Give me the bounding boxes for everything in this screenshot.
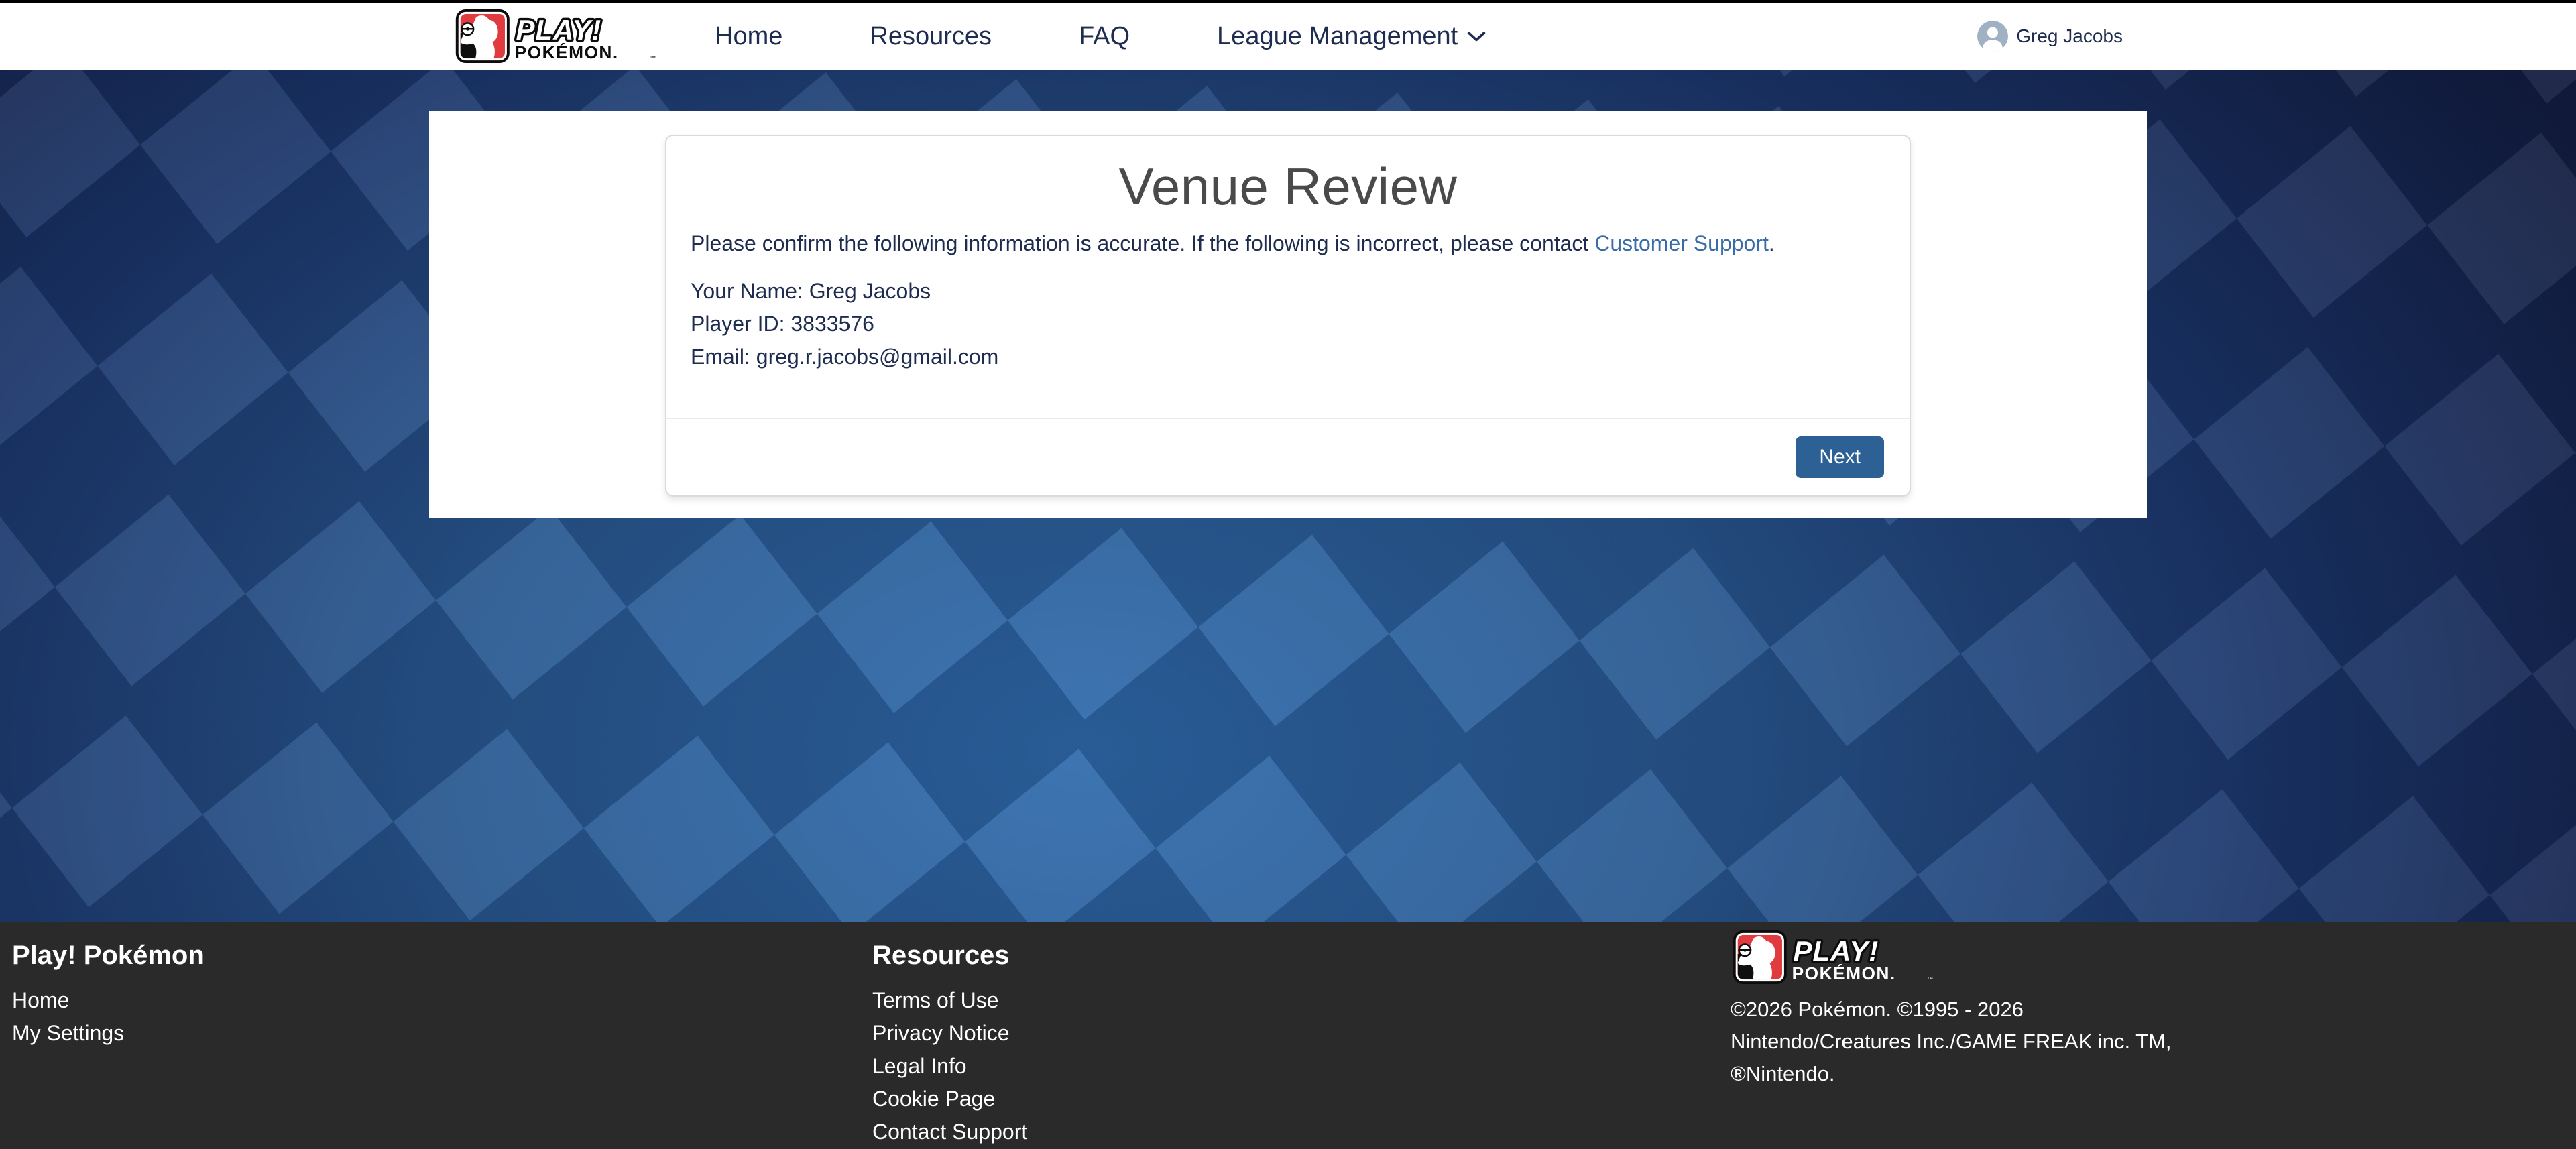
card-footer: Next: [666, 418, 1910, 495]
main-nav: Home Resources FAQ League Management: [715, 22, 1486, 51]
intro-text-period: .: [1769, 231, 1775, 255]
customer-support-link[interactable]: Customer Support: [1594, 231, 1769, 255]
nav-home[interactable]: Home: [715, 22, 782, 51]
confirmation-instructions: Please confirm the following information…: [691, 228, 1885, 259]
user-name: Greg Jacobs: [2016, 25, 2123, 47]
footer-link-my-settings[interactable]: My Settings: [12, 1017, 872, 1050]
footer-heading-play-pokemon: Play! Pokémon: [12, 940, 872, 971]
venue-review-card-body: Venue Review Please confirm the followin…: [666, 136, 1910, 418]
svg-text:POKÉMON.: POKÉMON.: [515, 42, 619, 62]
nav-league-management-label: League Management: [1217, 22, 1458, 51]
footer-link-privacy-notice[interactable]: Privacy Notice: [872, 1017, 1731, 1050]
footer-heading-resources: Resources: [872, 940, 1731, 971]
play-pokemon-logo-icon: PLAY! POKÉMON. ™: [453, 9, 662, 63]
nav-resources[interactable]: Resources: [870, 22, 992, 51]
user-avatar-icon: [1977, 21, 2008, 52]
svg-text:™: ™: [650, 55, 656, 62]
content-panel: Venue Review Please confirm the followin…: [429, 111, 2147, 518]
page-title: Venue Review: [691, 156, 1885, 217]
top-navigation-bar: PLAY! POKÉMON. ™ Home Resources FAQ Leag…: [0, 0, 2576, 70]
header-container: PLAY! POKÉMON. ™ Home Resources FAQ Leag…: [453, 3, 2123, 70]
svg-text:PLAY!: PLAY!: [516, 14, 602, 46]
page-footer: Play! Pokémon Home My Settings Resources…: [0, 922, 2576, 1149]
copyright-line-1: ©2026 Pokémon. ©1995 - 2026: [1731, 993, 2227, 1026]
chevron-down-icon: [1467, 31, 1486, 42]
page: PLAY! POKÉMON. ™ Home Resources FAQ Leag…: [0, 0, 2576, 1149]
venue-review-card: Venue Review Please confirm the followin…: [665, 135, 1911, 497]
nav-league-management[interactable]: League Management: [1217, 22, 1486, 51]
nav-faq[interactable]: FAQ: [1079, 22, 1130, 51]
footer-link-legal-info[interactable]: Legal Info: [872, 1050, 1731, 1083]
footer-link-contact-support[interactable]: Contact Support: [872, 1115, 1731, 1148]
user-menu[interactable]: Greg Jacobs: [1977, 21, 2123, 52]
next-button[interactable]: Next: [1796, 436, 1884, 478]
footer-link-cookie-page[interactable]: Cookie Page: [872, 1083, 1731, 1115]
info-email: Email: greg.r.jacobs@gmail.com: [691, 341, 1885, 373]
footer-column-play-pokemon: Play! Pokémon Home My Settings: [12, 930, 872, 1149]
svg-text:™: ™: [1927, 976, 1934, 983]
intro-text: Please confirm the following information…: [691, 231, 1594, 255]
svg-text:POKÉMON.: POKÉMON.: [1792, 963, 1896, 983]
footer-column-resources: Resources Terms of Use Privacy Notice Le…: [872, 930, 1731, 1149]
copyright-line-2: Nintendo/Creatures Inc./GAME FREAK inc. …: [1731, 1026, 2227, 1058]
info-your-name: Your Name: Greg Jacobs: [691, 275, 1885, 308]
info-player-id: Player ID: 3833576: [691, 308, 1885, 341]
footer-links-resources: Terms of Use Privacy Notice Legal Info C…: [872, 984, 1731, 1148]
play-pokemon-logo[interactable]: PLAY! POKÉMON. ™: [453, 9, 662, 63]
player-info-block: Your Name: Greg Jacobs Player ID: 383357…: [691, 275, 1885, 373]
main-background: Venue Review Please confirm the followin…: [0, 70, 2576, 922]
footer-links-play-pokemon: Home My Settings: [12, 984, 872, 1050]
footer-link-home[interactable]: Home: [12, 984, 872, 1017]
footer-link-terms-of-use[interactable]: Terms of Use: [872, 984, 1731, 1017]
svg-text:PLAY!: PLAY!: [1794, 935, 1879, 967]
footer-play-pokemon-logo-icon: PLAY! POKÉMON. ™: [1731, 930, 1940, 984]
copyright-notice: ©2026 Pokémon. ©1995 - 2026 Nintendo/Cre…: [1731, 993, 2227, 1090]
copyright-line-3: ®Nintendo.: [1731, 1058, 2227, 1090]
footer-column-legal: PLAY! POKÉMON. ™ ©2026 Pokémon. ©1995 - …: [1731, 930, 2563, 1149]
